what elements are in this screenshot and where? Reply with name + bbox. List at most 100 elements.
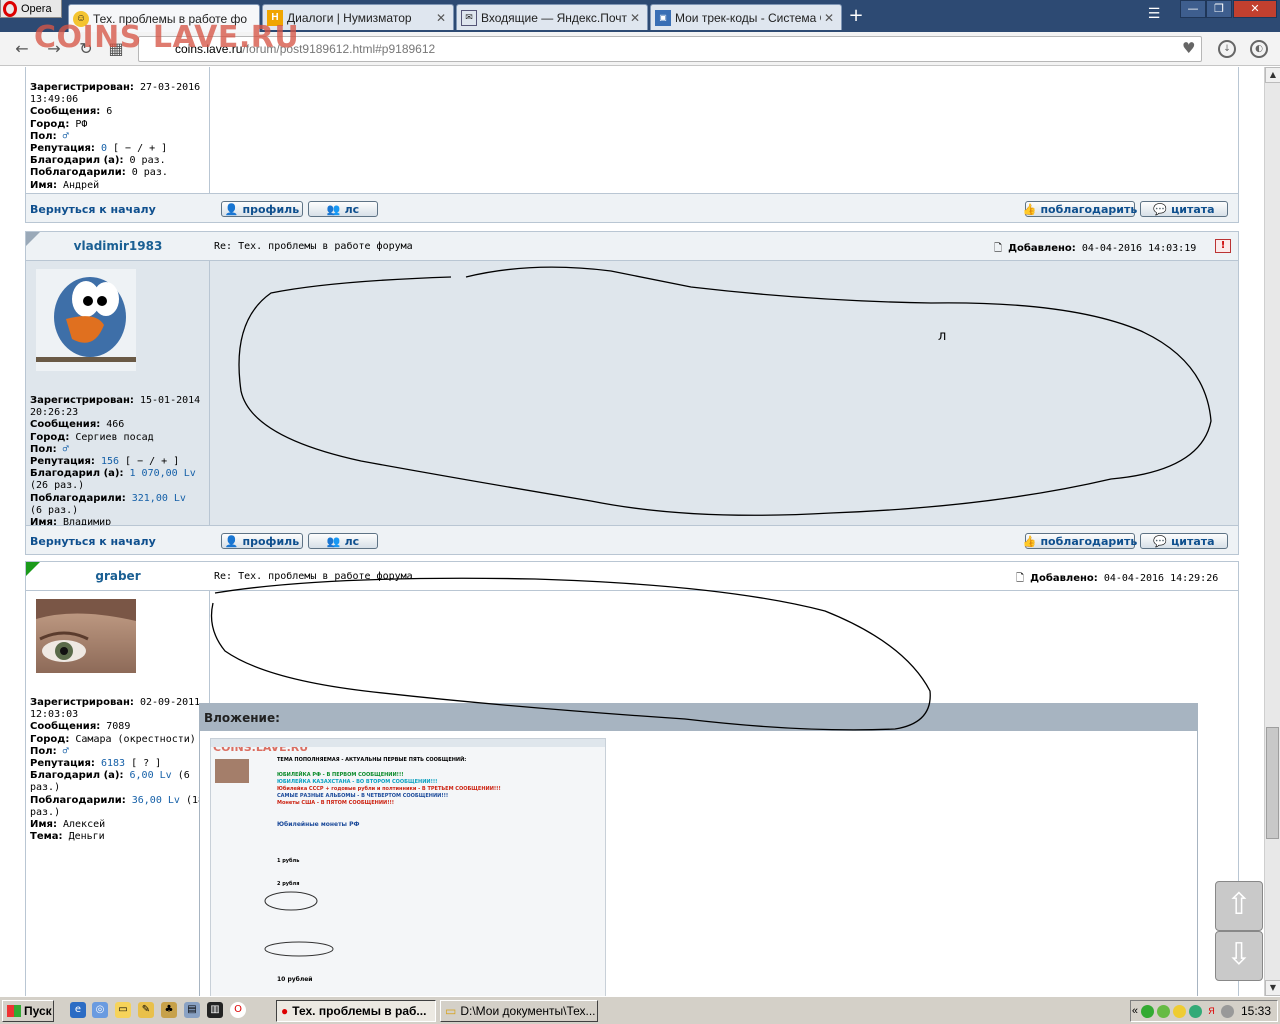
reputation-value[interactable]: 0 — [101, 143, 107, 154]
users-icon: 👥 — [326, 202, 341, 216]
pm-button[interactable]: 👥 лс — [308, 533, 378, 549]
heart-icon[interactable]: ♥ — [1182, 39, 1195, 57]
reputation-controls[interactable]: [ − / + ] — [113, 143, 167, 154]
thank-button[interactable]: 👍 поблагодарить — [1023, 533, 1137, 549]
post-added-date: 04-04-2016 14:29:26 — [1103, 573, 1219, 584]
close-icon[interactable]: ✕ — [433, 11, 449, 25]
archive-icon[interactable]: ♣ — [161, 1002, 177, 1018]
windows-taskbar: Пуск e ◎ ▭ ✎ ♣ ▤ ▥ O ● Тех. проблемы в р… — [0, 996, 1280, 1024]
thumbs-up-icon: 👍 — [1022, 202, 1037, 216]
city-value: РФ — [75, 118, 88, 130]
label-thanked: Благодарил (а): — [30, 155, 124, 167]
thumb-line: ТЕМА ПОПОЛНЯЕМАЯ - АКТУАЛЬНЫ ПЕРВЫЕ ПЯТЬ… — [277, 757, 467, 763]
opera-menu-button[interactable]: Opera — [0, 0, 62, 18]
scrollbar-thumb[interactable] — [1266, 727, 1279, 839]
scribble-outline — [210, 577, 931, 731]
tab-yandex-mail[interactable]: ✉ Входящие — Яндекс.Почта ✕ — [456, 4, 648, 30]
scroll-down-button[interactable]: ⇩ — [1215, 931, 1263, 981]
was-thanked-value[interactable]: 321,00 Lv — [132, 493, 186, 504]
scrollbar-up-arrow-icon[interactable]: ▲ — [1265, 67, 1280, 83]
back-arrow-icon[interactable]: ← — [12, 40, 32, 58]
thanked-value[interactable]: 1 070,00 Lv — [130, 468, 196, 479]
maximize-button[interactable]: ❐ — [1206, 0, 1232, 18]
thumb-line: Юбилейка СССР + годовые рубли и полтинни… — [277, 786, 501, 792]
label-gender: Пол: — [30, 745, 57, 757]
yandex-icon[interactable]: Я — [1205, 1005, 1218, 1018]
quote-button[interactable]: 💬 цитата — [1140, 201, 1228, 217]
city-value: Самара (окрестности) — [75, 733, 196, 745]
pm-button[interactable]: 👥 лс — [308, 201, 378, 217]
new-tab-button[interactable]: + — [845, 6, 867, 26]
outlook-icon[interactable]: ◎ — [92, 1002, 108, 1018]
document-icon[interactable]: ▤ — [184, 1002, 200, 1018]
back-to-top-link[interactable]: Вернуться к началу — [30, 535, 156, 548]
chevron-left-icon[interactable]: « — [1132, 1005, 1138, 1017]
post-username[interactable]: graber — [26, 569, 210, 583]
label-thanked: Благодарил (а): — [30, 468, 124, 480]
tool-icon[interactable]: ✎ — [138, 1002, 154, 1018]
male-gender-icon: ♂ — [62, 443, 69, 455]
reputation-controls[interactable]: [ ? ] — [131, 758, 161, 769]
label-added: Добавлено: — [1008, 243, 1076, 254]
page-scrollbar[interactable]: ▲ ▼ — [1264, 67, 1280, 996]
label-registered: Зарегистрирован: — [30, 697, 134, 708]
tab-label: Входящие — Яндекс.Почта — [481, 10, 627, 25]
messages-value: 6 — [106, 106, 113, 118]
taskbar-item-explorer[interactable]: ▭ D:\Мои документы\Тех... — [440, 1000, 598, 1022]
thank-button[interactable]: 👍 поблагодарить — [1022, 201, 1137, 217]
messenger-icon[interactable] — [1188, 1004, 1202, 1018]
folder-icon[interactable]: ▭ — [115, 1002, 131, 1018]
tabs-menu-icon[interactable]: ☰ — [1142, 6, 1166, 26]
user-details: Зарегистрирован: 02-09-2011 12:03:03 Соо… — [26, 697, 209, 843]
sidebar-toggle-icon[interactable]: ◐ — [1250, 40, 1268, 58]
taskbar-item-opera[interactable]: ● Тех. проблемы в раб... — [276, 1000, 436, 1022]
minimize-button[interactable]: — — [1180, 0, 1206, 18]
thumb-line: САМЫЕ РАЗНЫЕ АЛЬБОМЫ - В ЧЕТВЕРТОМ СООБЩ… — [277, 793, 449, 799]
reputation-controls[interactable]: [ − / + ] — [125, 456, 179, 467]
label-registered: Зарегистрирован: — [30, 395, 134, 406]
pm-button-label: лс — [344, 202, 360, 216]
tab-label: Мои трек-коды - Система С — [675, 10, 821, 25]
network-icon[interactable] — [1140, 1004, 1154, 1018]
ie-icon[interactable]: e — [70, 1002, 86, 1018]
scribble-outline — [238, 266, 1212, 516]
avatar — [36, 599, 136, 673]
scrollbar-down-arrow-icon[interactable]: ▼ — [1265, 980, 1280, 996]
close-icon[interactable]: ✕ — [821, 11, 837, 25]
close-icon[interactable]: ✕ — [627, 11, 643, 25]
messages-value: 466 — [106, 419, 125, 431]
app-icon[interactable]: ▥ — [207, 1002, 223, 1018]
tab-track-codes[interactable]: ▣ Мои трек-коды - Система С ✕ — [650, 4, 842, 30]
profile-button[interactable]: 👤 профиль — [221, 201, 303, 217]
label-gender: Пол: — [30, 130, 57, 142]
volume-icon[interactable] — [1220, 1004, 1234, 1018]
report-icon[interactable]: ! — [1215, 239, 1231, 253]
status-icon[interactable] — [1172, 1004, 1186, 1018]
speech-bubble-icon: 💬 — [1153, 202, 1168, 216]
scroll-up-button[interactable]: ⇧ — [1215, 881, 1263, 931]
post-1-body: Зарегистрирован: 27-03-2016 13:49:06 Соо… — [25, 67, 1239, 193]
profile-button[interactable]: 👤 профиль — [221, 533, 303, 549]
window-close-button[interactable]: ✕ — [1233, 0, 1277, 18]
download-icon[interactable]: ↓ — [1218, 40, 1236, 58]
windows-logo-icon — [7, 1005, 21, 1017]
security-icon[interactable] — [1156, 1004, 1170, 1018]
post-username[interactable]: vladimir1983 — [26, 239, 210, 253]
post-1-user-info: Зарегистрирован: 27-03-2016 13:49:06 Соо… — [26, 67, 210, 193]
post-2-footer: Вернуться к началу 👤 профиль 👥 лс 👍 поблаго… — [25, 525, 1239, 555]
back-to-top-link[interactable]: Вернуться к началу — [30, 203, 156, 216]
profile-button-label: профиль — [242, 202, 300, 216]
was-thanked-value: 0 раз. — [131, 167, 168, 179]
quote-button[interactable]: 💬 цитата — [1140, 533, 1228, 549]
thanked-value[interactable]: 6,00 Lv — [130, 770, 172, 781]
reputation-value[interactable]: 6183 — [101, 758, 125, 769]
opera-logo-icon: ● — [281, 1004, 289, 1018]
reputation-value[interactable]: 156 — [101, 456, 119, 467]
mail-icon: ✉ — [461, 9, 477, 26]
was-thanked-value[interactable]: 36,00 Lv — [132, 795, 180, 806]
opera-taskbar-icon[interactable]: O — [230, 1002, 246, 1018]
start-button[interactable]: Пуск — [2, 1000, 54, 1022]
post-2-header: vladimir1983 Re: Тех. проблемы в работе … — [25, 231, 1239, 261]
attachment-image[interactable]: COINS.LAVE.RU ТЕМА ПОПОЛНЯЕМАЯ - АКТУАЛЬ… — [210, 738, 606, 996]
label-thanked: Благодарил (а): — [30, 770, 124, 782]
